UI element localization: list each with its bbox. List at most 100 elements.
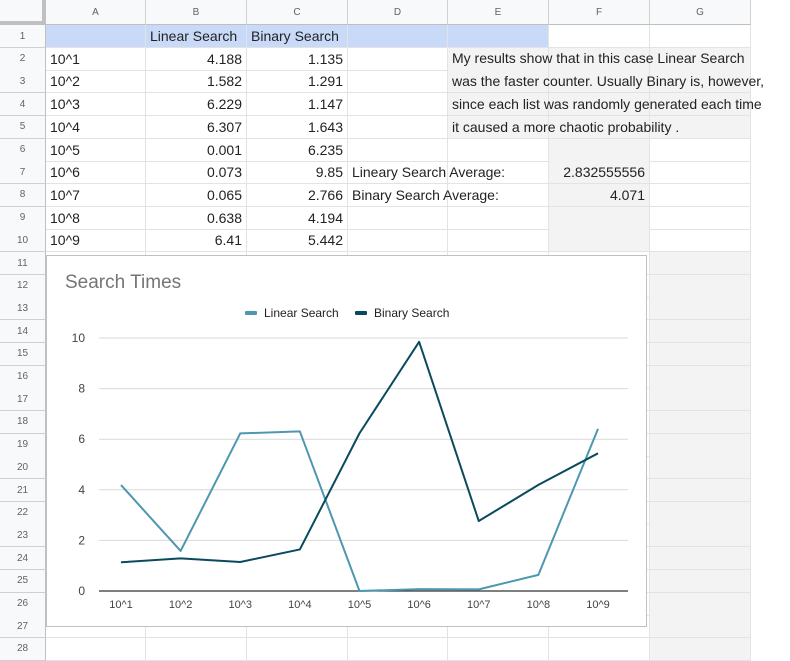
cell[interactable]: [650, 479, 751, 502]
cell[interactable]: [650, 25, 751, 48]
data-point-linear[interactable]: [596, 427, 600, 431]
row-header[interactable]: 4: [0, 93, 46, 117]
binary-value-cell[interactable]: 1.147: [247, 93, 348, 117]
column-header-e[interactable]: E: [448, 0, 549, 25]
row-header[interactable]: 6: [0, 138, 46, 162]
column-header-b[interactable]: B: [146, 0, 247, 25]
row-header[interactable]: 3: [0, 70, 46, 94]
row-header[interactable]: 28: [0, 637, 46, 661]
row-header[interactable]: 15: [0, 342, 46, 366]
linear-average-label[interactable]: Lineary Search Average:: [348, 161, 505, 185]
row-header[interactable]: 13: [0, 297, 46, 321]
cell[interactable]: [650, 456, 751, 480]
cell[interactable]: [650, 229, 751, 253]
column-header-f[interactable]: F: [549, 0, 650, 25]
cell[interactable]: [348, 229, 448, 253]
cell[interactable]: [448, 161, 549, 185]
size-cell[interactable]: 10^7: [46, 183, 146, 207]
cell[interactable]: [650, 297, 751, 321]
row-header[interactable]: 1: [0, 25, 46, 48]
data-point-linear[interactable]: [119, 483, 123, 487]
cell[interactable]: [348, 637, 448, 661]
cell[interactable]: [650, 569, 751, 593]
data-point-binary[interactable]: [536, 483, 540, 487]
header-cell-linear[interactable]: Linear Search: [146, 25, 247, 48]
row-header[interactable]: 16: [0, 365, 46, 389]
cell[interactable]: [650, 274, 751, 298]
row-header[interactable]: 24: [0, 547, 46, 571]
cell[interactable]: [650, 183, 751, 207]
data-point-binary[interactable]: [298, 547, 302, 551]
cell[interactable]: [650, 206, 751, 230]
data-point-linear[interactable]: [477, 587, 481, 591]
linear-value-cell[interactable]: 0.073: [146, 161, 247, 185]
cell[interactable]: [650, 615, 751, 639]
linear-value-cell[interactable]: 6.41: [146, 229, 247, 253]
size-cell[interactable]: 10^6: [46, 161, 146, 185]
row-header[interactable]: 9: [0, 206, 46, 230]
cell[interactable]: [650, 501, 751, 525]
cell[interactable]: [549, 637, 650, 661]
row-header[interactable]: 26: [0, 592, 46, 616]
row-header[interactable]: 10: [0, 229, 46, 253]
row-header[interactable]: 8: [0, 183, 46, 207]
binary-value-cell[interactable]: 1.291: [247, 70, 348, 94]
linear-value-cell[interactable]: 0.065: [146, 183, 247, 207]
data-point-binary[interactable]: [119, 560, 123, 564]
binary-value-cell[interactable]: 6.235: [247, 138, 348, 162]
size-cell[interactable]: 10^9: [46, 229, 146, 253]
binary-value-cell[interactable]: 2.766: [247, 183, 348, 207]
linear-value-cell[interactable]: 1.582: [146, 70, 247, 94]
cell[interactable]: [650, 524, 751, 548]
data-point-binary[interactable]: [477, 519, 481, 523]
row-header[interactable]: 17: [0, 388, 46, 412]
cell[interactable]: [650, 410, 751, 434]
column-header-d[interactable]: D: [348, 0, 448, 25]
cell[interactable]: [448, 25, 549, 48]
binary-value-cell[interactable]: 9.85: [247, 161, 348, 185]
column-header-g[interactable]: G: [650, 0, 751, 25]
cell[interactable]: [448, 206, 549, 230]
cell[interactable]: [348, 70, 448, 94]
cell[interactable]: [46, 637, 146, 661]
cell[interactable]: [650, 161, 751, 185]
cell[interactable]: [650, 433, 751, 457]
cell[interactable]: [448, 637, 549, 661]
binary-value-cell[interactable]: 5.442: [247, 229, 348, 253]
data-point-linear[interactable]: [358, 589, 362, 593]
row-header[interactable]: 7: [0, 161, 46, 185]
cell[interactable]: [650, 138, 751, 162]
size-cell[interactable]: 10^4: [46, 115, 146, 139]
binary-value-cell[interactable]: 1.643: [247, 115, 348, 139]
linear-value-cell[interactable]: 0.638: [146, 206, 247, 230]
binary-average-label[interactable]: Binary Search Average:: [348, 183, 499, 207]
cell[interactable]: [650, 320, 751, 344]
data-point-binary[interactable]: [358, 431, 362, 435]
data-point-binary[interactable]: [417, 340, 421, 344]
header-cell-binary[interactable]: Binary Search: [247, 25, 348, 48]
row-header[interactable]: 21: [0, 479, 46, 502]
cell[interactable]: [348, 93, 448, 117]
column-header-c[interactable]: C: [247, 0, 348, 25]
row-header[interactable]: 18: [0, 410, 46, 434]
select-all-corner[interactable]: [0, 0, 46, 25]
cell[interactable]: [448, 183, 549, 207]
row-header[interactable]: 5: [0, 115, 46, 139]
data-point-linear[interactable]: [238, 431, 242, 435]
data-point-binary[interactable]: [596, 451, 600, 455]
data-point-linear[interactable]: [298, 429, 302, 433]
cell[interactable]: [650, 547, 751, 571]
cell[interactable]: [348, 47, 448, 71]
cell[interactable]: [247, 637, 348, 661]
size-cell[interactable]: 10^3: [46, 93, 146, 117]
size-cell[interactable]: 10^8: [46, 206, 146, 230]
cell[interactable]: [650, 252, 751, 275]
binary-average-value[interactable]: 4.071: [549, 183, 650, 207]
binary-value-cell[interactable]: 4.194: [247, 206, 348, 230]
row-header[interactable]: 12: [0, 274, 46, 298]
cell[interactable]: [650, 365, 751, 389]
cell[interactable]: [549, 138, 650, 162]
data-point-linear[interactable]: [536, 573, 540, 577]
row-header[interactable]: 20: [0, 456, 46, 480]
column-header-a[interactable]: A: [46, 0, 146, 25]
